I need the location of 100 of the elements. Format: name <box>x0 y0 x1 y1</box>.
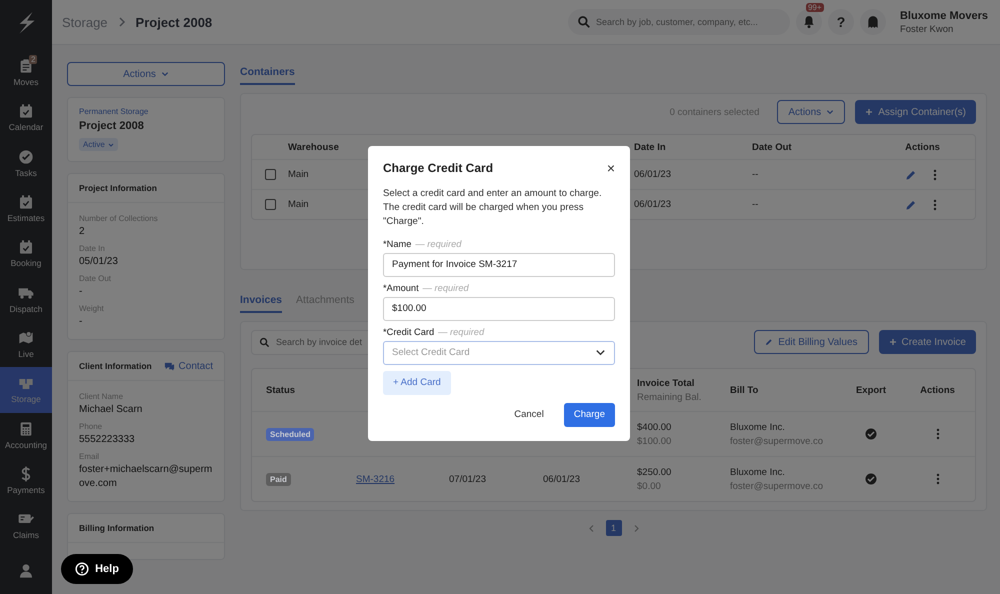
status-badge: Paid <box>266 472 291 486</box>
caret-down-icon <box>826 108 834 116</box>
table-cell: -- <box>752 199 758 210</box>
contact-link[interactable]: Contact <box>164 360 213 372</box>
add-card-button[interactable]: + Add Card <box>383 370 451 395</box>
sidebar-item[interactable]: Payments <box>0 458 52 504</box>
chevron-left-icon[interactable] <box>586 524 596 532</box>
ghost-icon <box>866 15 880 29</box>
pencil-icon[interactable] <box>904 168 916 180</box>
table-cell-text: Bluxome Inc. <box>730 466 786 478</box>
table-cell: -- <box>752 169 758 180</box>
field-value: foster+michaelscarn@supermove.com <box>79 463 213 491</box>
table-cell: 07/01/23 <box>449 474 486 484</box>
sidebar-item[interactable]: Live <box>0 322 52 368</box>
page-button[interactable]: 1 <box>606 520 622 536</box>
dialog-title: Charge Credit Card <box>383 161 494 175</box>
close-button[interactable]: × <box>606 161 615 175</box>
sidebar-item[interactable]: Claims <box>0 503 52 549</box>
column-header: Date Out <box>752 142 793 152</box>
table-cell: 06/01/23 <box>543 474 580 484</box>
check-circle-icon <box>18 148 34 165</box>
calendar-check-icon <box>18 239 34 256</box>
sidebar-item[interactable]: 2 Moves <box>0 50 52 95</box>
table-cell: 06/01/23 <box>634 199 671 210</box>
field-label: *Amount <box>383 282 419 293</box>
sidebar-item[interactable]: Dispatch <box>0 276 52 322</box>
create-invoice-button[interactable]: Create Invoice <box>878 330 976 354</box>
column-header: Actions <box>919 384 956 396</box>
sidebar-label: Payments <box>7 485 45 496</box>
search-field[interactable]: Search by job, customer, company, etc... <box>568 9 790 35</box>
column-header: Bill To <box>730 384 760 396</box>
row-checkbox[interactable] <box>264 199 276 210</box>
section-title: Project Information <box>79 183 157 193</box>
company-name: Bluxome Movers <box>900 10 988 22</box>
tab[interactable]: Invoices <box>240 290 282 313</box>
sidebar-label: Accounting <box>4 440 48 450</box>
sidebar-label: Dispatch <box>9 304 43 314</box>
account-button[interactable] <box>860 9 886 35</box>
column-header: Status <box>265 384 296 396</box>
field-value: 05/01/23 <box>79 255 119 269</box>
assign-container-button[interactable]: Assign Container(s) <box>855 100 976 124</box>
map-icon <box>18 330 34 346</box>
field-label: *Name <box>383 238 412 249</box>
caret-down-icon <box>108 142 114 148</box>
pencil-icon[interactable] <box>904 198 916 210</box>
calendar-check-icon <box>18 103 34 120</box>
calendar-check-icon <box>18 194 34 210</box>
sidebar-item[interactable]: Tasks <box>0 140 52 186</box>
count-badge: 2 <box>29 54 38 64</box>
table-cell-text: $250.00 <box>637 466 672 478</box>
text-field[interactable]: $100.00 <box>383 296 615 321</box>
text-field[interactable]: Payment for Invoice SM-3217 <box>383 252 615 277</box>
help-button[interactable]: Help <box>61 554 133 584</box>
sidebar-label: Booking <box>10 258 42 268</box>
chevron-right-icon[interactable] <box>632 524 640 532</box>
user-name: Foster Kwon <box>900 24 954 34</box>
notifications-button[interactable] <box>796 9 822 35</box>
table-cell-text: foster@supermove.co <box>730 480 824 492</box>
sidebar-item[interactable]: Calendar <box>0 95 52 140</box>
cancel-button[interactable]: Cancel <box>508 408 550 422</box>
sidebar-item[interactable]: Estimates <box>0 186 52 232</box>
help-button[interactable]: ? <box>828 9 854 35</box>
user-icon <box>18 563 34 580</box>
field-value: 5552223333 <box>79 433 136 447</box>
breadcrumb-link[interactable]: Storage <box>62 14 108 30</box>
sidebar-label: Storage <box>11 394 41 404</box>
status-badge: Scheduled <box>266 428 314 440</box>
sidebar-item[interactable]: Accounting <box>0 412 52 458</box>
chat-icon <box>164 360 175 372</box>
table-cell: Main <box>288 199 309 210</box>
table-cell-text: $100.00 <box>637 436 672 446</box>
table-cell-text: $400.00 <box>637 422 672 432</box>
section-title: Billing Information <box>79 523 154 533</box>
column-header: Date In <box>634 142 667 152</box>
status-dropdown[interactable]: Active <box>79 138 118 151</box>
field-value: 2 <box>79 225 86 239</box>
calculator-icon <box>18 420 34 437</box>
sidebar-label: Moves <box>13 76 39 87</box>
count-badge: 99+ <box>806 3 824 12</box>
required-note: — required <box>415 238 462 249</box>
card-dropdown[interactable]: Select Credit Card <box>383 340 615 365</box>
caret-down-icon <box>160 70 169 78</box>
sidebar-label: Claims <box>13 530 39 540</box>
tab[interactable]: Containers <box>240 62 295 85</box>
column-subheader: Remaining Bal. <box>637 392 702 402</box>
field-value: - <box>79 315 84 329</box>
actions-button[interactable]: Actions <box>777 100 846 124</box>
sidebar-item[interactable]: Storage <box>0 367 52 413</box>
table-cell: Main <box>288 169 309 180</box>
column-header: Invoice Total <box>637 378 696 388</box>
row-checkbox[interactable] <box>264 169 276 180</box>
edit-billing-button[interactable]: Edit Billing Values <box>754 330 869 354</box>
actions-button[interactable]: Actions <box>67 62 225 86</box>
field-value: - <box>79 285 84 299</box>
table-cell: 06/01/23 <box>634 169 671 180</box>
charge-button[interactable]: Charge <box>564 402 615 427</box>
plus-icon <box>865 108 874 116</box>
invoice-link[interactable]: SM-3216 <box>356 474 395 484</box>
sidebar-label: Estimates <box>7 212 45 223</box>
sidebar-item[interactable]: Booking <box>0 231 52 276</box>
